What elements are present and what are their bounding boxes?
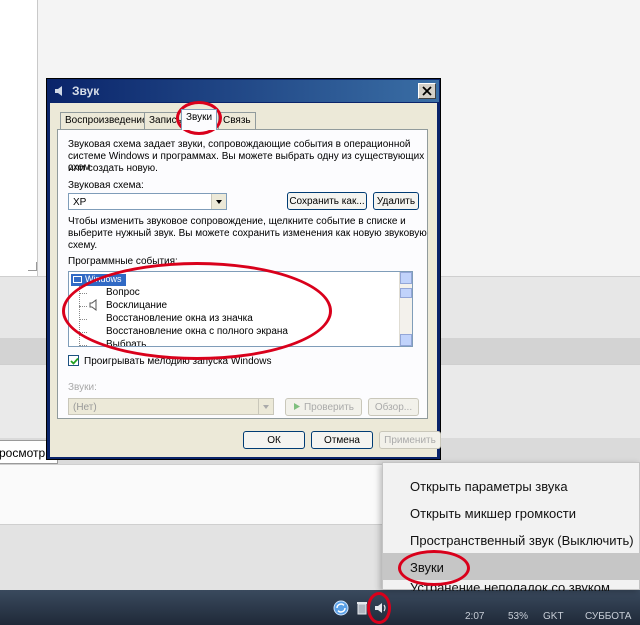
- change-hint-line: выберите нужный звук. Вы можете сохранит…: [68, 228, 427, 239]
- delete-button[interactable]: Удалить: [373, 192, 419, 210]
- ok-button[interactable]: ОК: [243, 431, 305, 449]
- chevron-down-icon[interactable]: [258, 399, 273, 414]
- close-button[interactable]: [418, 83, 436, 99]
- sounds-label: Звуки:: [68, 382, 97, 393]
- scroll-thumb[interactable]: [400, 288, 412, 298]
- sound-select[interactable]: (Нет): [68, 398, 274, 415]
- annotation-oval-sounds-menu-item: [398, 550, 470, 586]
- tab-playback[interactable]: Воспроизведение: [60, 112, 153, 129]
- startup-sound-checkbox[interactable]: [68, 355, 79, 366]
- apply-button[interactable]: Применить: [379, 431, 441, 449]
- annotation-oval-events-list: [62, 262, 332, 360]
- window-icon: [73, 276, 82, 284]
- tab-communications[interactable]: Связь: [218, 112, 256, 129]
- dialog-titlebar[interactable]: Звук: [48, 80, 439, 102]
- chevron-down-icon[interactable]: [211, 194, 226, 209]
- scheme-label: Звуковая схема:: [68, 180, 144, 191]
- checkmark-icon: [70, 357, 79, 365]
- resize-handle[interactable]: [28, 262, 37, 271]
- cancel-button[interactable]: Отмена: [311, 431, 373, 449]
- background-left-panel: [0, 0, 38, 276]
- clock-time: 2:07: [465, 611, 485, 622]
- clock-day: СУББОТА: [585, 611, 632, 622]
- scroll-down-button[interactable]: [400, 334, 412, 346]
- change-hint-line: схему.: [68, 240, 98, 251]
- menu-item-open-volume-mixer[interactable]: Открыть микшер громкости: [383, 499, 640, 526]
- sync-icon[interactable]: [333, 600, 349, 616]
- play-icon: [293, 403, 300, 410]
- battery-percent: 53%: [508, 611, 529, 622]
- tab-sounds[interactable]: Звуки: [181, 109, 218, 130]
- scheme-select[interactable]: XP: [68, 193, 227, 210]
- menu-item-open-sound-settings[interactable]: Открыть параметры звука: [383, 472, 640, 499]
- sound-value: (Нет): [73, 402, 97, 413]
- change-hint-line: Чтобы изменить звуковое сопровождение, щ…: [68, 216, 406, 227]
- speaker-icon: [55, 86, 62, 96]
- dialog-title: Звук: [72, 84, 100, 98]
- test-button-label: Проверить: [303, 402, 354, 413]
- test-button[interactable]: Проверить: [285, 398, 362, 416]
- clock-zone: GKT: [543, 611, 564, 622]
- close-icon: [422, 86, 432, 96]
- browse-button[interactable]: Обзор...: [368, 398, 419, 416]
- description-line: или создать новую.: [68, 163, 158, 174]
- list-scrollbar[interactable]: [399, 272, 412, 346]
- tree-connector: [79, 345, 87, 346]
- menu-item-spatial-sound[interactable]: Пространственный звук (Выключить): [383, 526, 640, 553]
- scheme-value: XP: [73, 197, 87, 208]
- save-as-button[interactable]: Сохранить как...: [287, 192, 367, 210]
- annotation-oval-tray-speaker: [367, 592, 391, 624]
- scroll-up-button[interactable]: [400, 272, 412, 284]
- description-line: Звуковая схема задает звуки, сопровождаю…: [68, 139, 411, 150]
